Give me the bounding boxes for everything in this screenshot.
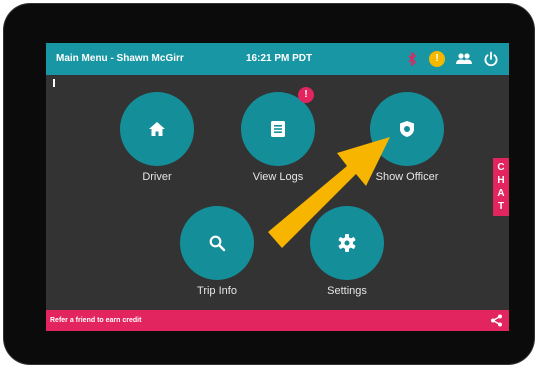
chat-letter: T	[497, 201, 505, 212]
driver-label: Driver	[142, 171, 172, 183]
share-icon[interactable]	[490, 314, 503, 327]
settings-circle[interactable]	[310, 206, 384, 280]
driver-button[interactable]: Driver	[102, 92, 212, 183]
show-officer-button[interactable]: Show Officer	[352, 92, 462, 183]
alert-icon[interactable]: !	[429, 51, 445, 67]
text-cursor	[53, 79, 55, 87]
trip-info-label: Trip Info	[197, 285, 237, 297]
bluetooth-icon[interactable]	[407, 52, 417, 66]
view-logs-button[interactable]: View Logs	[223, 92, 333, 183]
settings-button[interactable]: Settings	[292, 206, 402, 297]
chat-tab[interactable]: C H A T	[493, 158, 509, 216]
trip-info-circle[interactable]	[180, 206, 254, 280]
trip-info-button[interactable]: Trip Info	[162, 206, 272, 297]
show-officer-circle[interactable]	[370, 92, 444, 166]
app-screen: Main Menu - Shawn McGirr 16:21 PM PDT ! …	[46, 43, 509, 331]
badge-icon	[400, 121, 414, 137]
document-icon	[271, 121, 285, 137]
page-title: Main Menu - Shawn McGirr	[56, 53, 184, 64]
referral-text: Refer a friend to earn credit	[50, 317, 142, 324]
show-officer-label: Show Officer	[375, 171, 439, 183]
driver-circle[interactable]	[120, 92, 194, 166]
home-icon	[149, 122, 165, 136]
gear-icon	[338, 234, 356, 252]
people-icon[interactable]	[456, 52, 472, 66]
header-bar: Main Menu - Shawn McGirr 16:21 PM PDT !	[46, 43, 509, 75]
settings-label: Settings	[327, 285, 367, 297]
clock: 16:21 PM PDT	[246, 53, 313, 64]
notification-badge: !	[298, 87, 314, 103]
power-icon[interactable]	[483, 51, 499, 67]
referral-bar[interactable]: Refer a friend to earn credit	[46, 310, 509, 331]
chat-letter: A	[497, 188, 505, 199]
view-logs-label: View Logs	[252, 171, 304, 183]
chat-letter: H	[497, 175, 505, 186]
search-icon	[209, 235, 226, 252]
chat-letter: C	[497, 162, 505, 173]
view-logs-circle[interactable]	[241, 92, 315, 166]
